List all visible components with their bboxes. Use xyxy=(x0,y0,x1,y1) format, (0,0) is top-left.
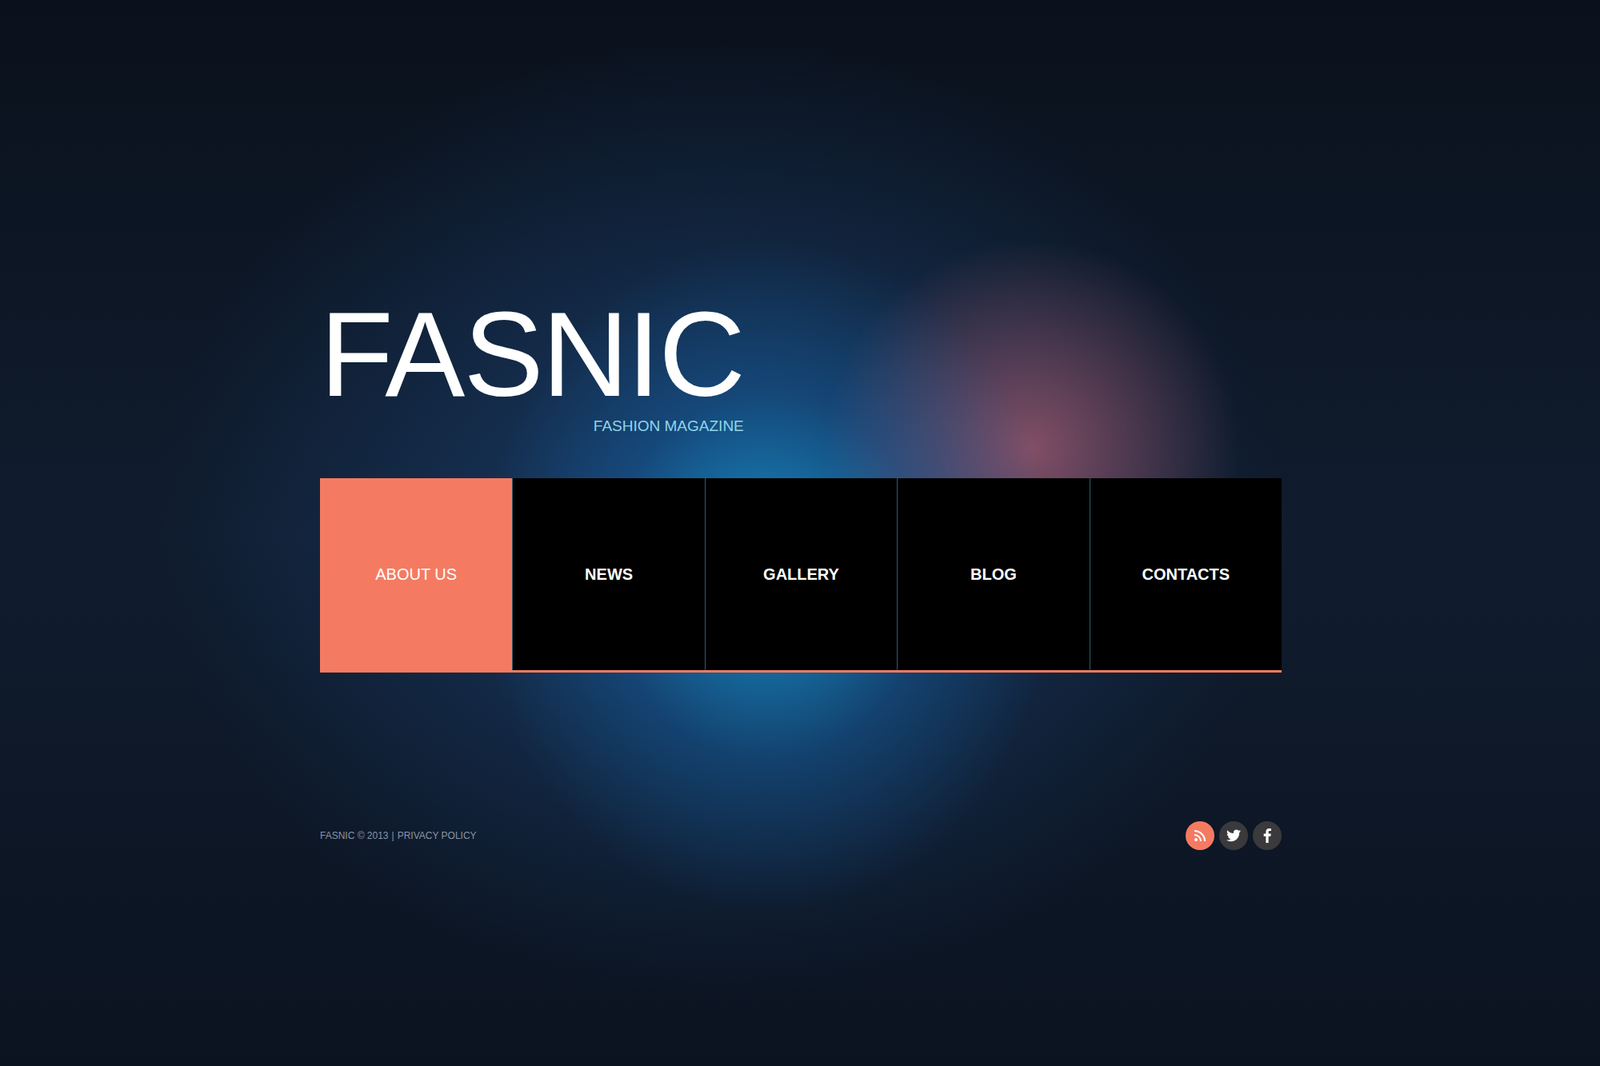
rss-icon xyxy=(1193,829,1207,843)
logo-subtitle: FASHION MAGAZINE xyxy=(593,417,744,436)
nav-item[interactable]: GALLERY xyxy=(704,478,897,671)
nav-item[interactable]: NEWS xyxy=(512,478,704,671)
copyright-text: FASNIC © 2013 xyxy=(320,830,389,842)
logo[interactable]: FASNIC FASHION MAGAZINE xyxy=(320,294,744,436)
facebook-button[interactable] xyxy=(1252,821,1282,851)
footer: FASNIC © 2013|PRIVACY POLICY xyxy=(320,821,1282,851)
twitter-icon xyxy=(1226,829,1241,843)
social-links xyxy=(1185,821,1282,851)
page: FASNIC FASHION MAGAZINE ABOUT USNEWSGALLER… xyxy=(0,0,1600,1066)
main-column: FASNIC FASHION MAGAZINE ABOUT USNEWSGALLER… xyxy=(320,294,1282,851)
nav-item[interactable]: BLOG xyxy=(896,478,1089,671)
copyright: FASNIC © 2013|PRIVACY POLICY xyxy=(320,830,477,842)
nav-item[interactable]: CONTACTS xyxy=(1089,478,1282,671)
main-nav: ABOUT USNEWSGALLERYBLOGCONTACTS xyxy=(320,478,1282,673)
privacy-link[interactable]: PRIVACY POLICY xyxy=(397,830,477,842)
facebook-icon xyxy=(1262,828,1272,844)
logo-title: FASNIC xyxy=(320,294,744,415)
divider: | xyxy=(392,830,395,842)
rss-button[interactable] xyxy=(1185,821,1215,851)
nav-item[interactable]: ABOUT US xyxy=(320,478,512,671)
twitter-button[interactable] xyxy=(1219,821,1248,851)
